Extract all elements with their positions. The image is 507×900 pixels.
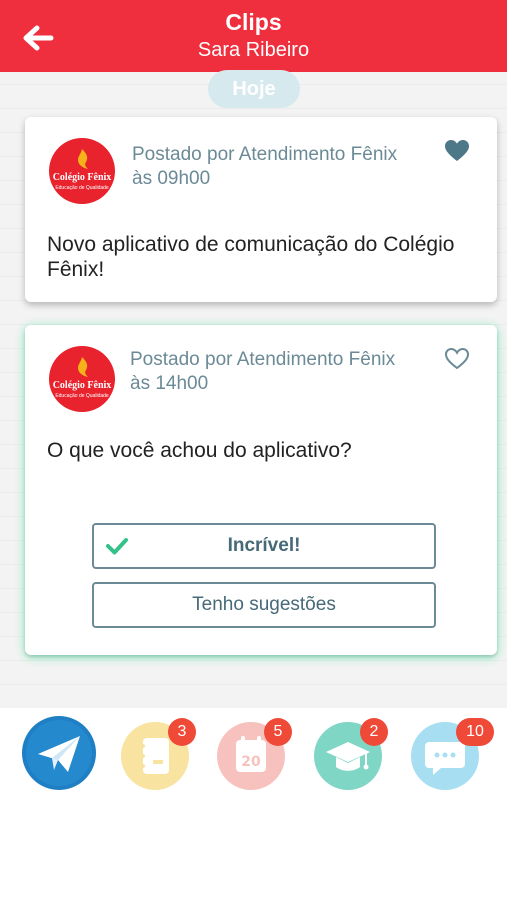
page-subtitle: Sara Ribeiro xyxy=(197,39,310,61)
heart-filled-icon xyxy=(445,140,469,161)
logo-tagline: Educação de Qualidade xyxy=(55,185,109,191)
post-card: Colégio Fênix Educação de Qualidade Post… xyxy=(25,117,497,302)
like-button[interactable] xyxy=(444,347,470,371)
post-meta: Postado por Atendimento Fênix às 14h00 xyxy=(130,348,395,396)
grades-badge: 2 xyxy=(360,718,388,746)
logo-tagline: Educação de Qualidade xyxy=(55,393,109,399)
logo-name: Colégio Fênix xyxy=(52,380,112,391)
checkmark-icon xyxy=(106,538,128,555)
heart-outline-icon xyxy=(444,347,470,370)
post-time: às 09h00 xyxy=(132,168,211,189)
header-bar: Clips Sara Ribeiro xyxy=(0,0,507,72)
poll-option-label: Tenho sugestões xyxy=(192,594,336,615)
poll-option-incrivel[interactable]: Incrível! xyxy=(92,523,436,569)
post-time: às 14h00 xyxy=(130,373,209,394)
calendar-day: 20 xyxy=(241,754,261,770)
school-logo: Colégio Fênix Educação de Qualidade xyxy=(49,346,115,412)
phoenix-icon xyxy=(78,357,88,377)
poll-option-sugestoes[interactable]: Tenho sugestões xyxy=(92,582,436,628)
date-separator: Hoje xyxy=(208,70,300,108)
post-message: Novo aplicativo de comunicação do Colégi… xyxy=(47,233,455,281)
phoenix-icon xyxy=(78,149,88,169)
posted-by: Postado por Atendimento Fênix xyxy=(132,144,398,165)
notes-badge: 3 xyxy=(168,718,196,746)
chat-badge: 10 xyxy=(456,718,494,746)
post-card-poll: Colégio Fênix Educação de Qualidade Post… xyxy=(25,325,497,655)
agenda-badge: 5 xyxy=(264,718,292,746)
page-title: Clips xyxy=(225,9,282,35)
school-logo: Colégio Fênix Educação de Qualidade xyxy=(49,138,115,204)
nav-clips-button[interactable] xyxy=(22,716,96,790)
post-message: O que você achou do aplicativo? xyxy=(47,439,352,462)
logo-name: Colégio Fênix xyxy=(52,172,112,183)
paper-plane-icon xyxy=(22,716,96,790)
poll-option-label: Incrível! xyxy=(227,535,301,556)
post-meta: Postado por Atendimento Fênix às 09h00 xyxy=(132,143,397,191)
posted-by: Postado por Atendimento Fênix xyxy=(130,349,396,370)
like-button[interactable] xyxy=(444,139,470,163)
